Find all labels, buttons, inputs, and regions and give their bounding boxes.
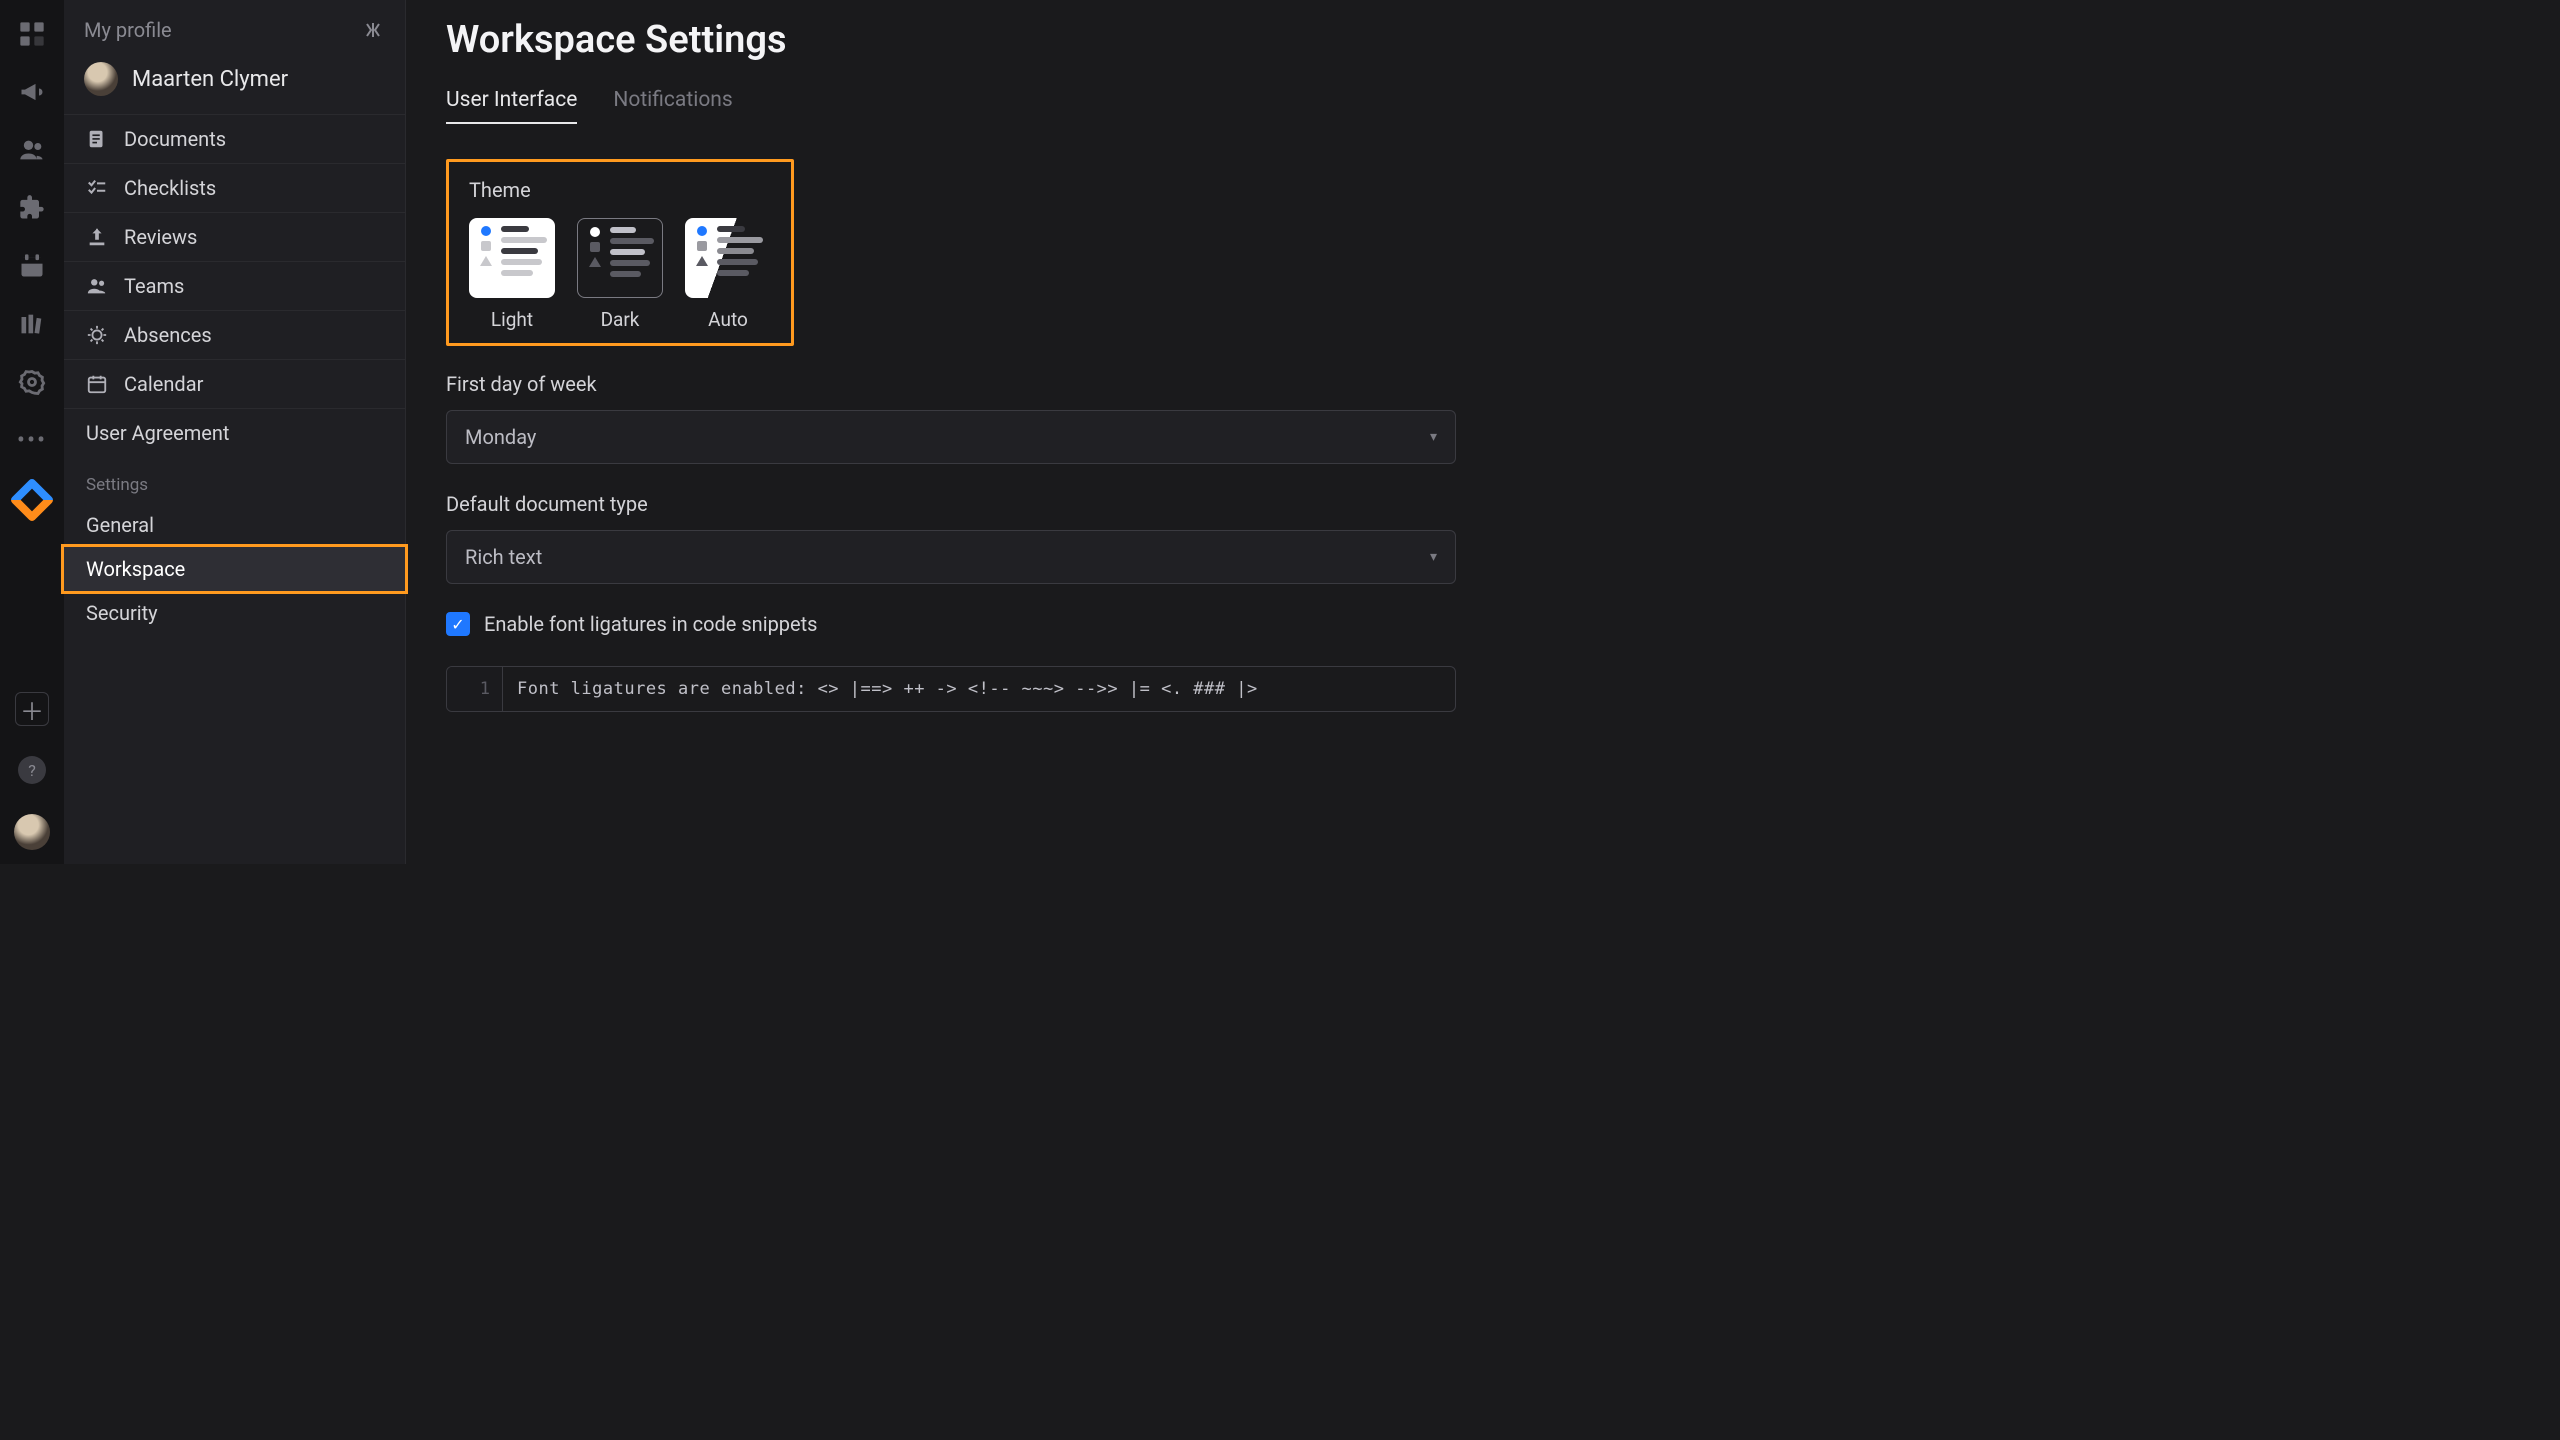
theme-preview-dark (577, 218, 663, 298)
sidebar-item-label: Calendar (124, 372, 203, 396)
sidebar-item-teams[interactable]: Teams (64, 262, 405, 311)
sidebar: My profile Maarten Clymer Documents Chec… (64, 0, 406, 864)
theme-label: Theme (469, 178, 771, 202)
documents-icon (86, 128, 108, 150)
first-day-select[interactable]: Monday ▾ (446, 410, 1456, 464)
puzzle-icon[interactable] (18, 194, 46, 222)
theme-preview-auto (685, 218, 771, 298)
chevron-down-icon: ▾ (1430, 429, 1437, 445)
tabs: User Interface Notifications (446, 88, 1496, 125)
app-logo-icon[interactable] (9, 477, 54, 522)
user-name: Maarten Clymer (132, 67, 288, 92)
user-avatar-rail[interactable] (14, 814, 50, 850)
profile-row[interactable]: Maarten Clymer (64, 52, 405, 115)
tab-notifications[interactable]: Notifications (613, 88, 732, 124)
people-icon[interactable] (18, 136, 46, 164)
tab-user-interface[interactable]: User Interface (446, 88, 577, 124)
settings-item-security[interactable]: Security (64, 591, 405, 635)
add-button[interactable]: ＋ (15, 692, 49, 726)
sidebar-item-label: User Agreement (86, 421, 229, 445)
collapse-sidebar-icon[interactable] (361, 21, 385, 39)
doc-type-value: Rich text (465, 545, 542, 569)
ligatures-checkbox[interactable]: ✓ (446, 612, 470, 636)
teams-icon (86, 275, 108, 297)
library-icon[interactable] (18, 310, 46, 338)
sidebar-item-label: Documents (124, 127, 226, 151)
settings-section-label: Settings (64, 457, 405, 503)
code-sample: 1 Font ligatures are enabled: <> |==> ++… (446, 666, 1456, 712)
ligatures-label: Enable font ligatures in code snippets (484, 612, 818, 636)
user-avatar (84, 62, 118, 96)
sidebar-item-label: Reviews (124, 225, 197, 249)
theme-block: Theme (446, 159, 794, 346)
page-title: Workspace Settings (446, 18, 1496, 62)
calendar-rail-icon[interactable] (18, 252, 46, 280)
settings-item-label: Workspace (86, 557, 185, 581)
theme-preview-light (469, 218, 555, 298)
sidebar-item-documents[interactable]: Documents (64, 115, 405, 164)
sidebar-item-absences[interactable]: Absences (64, 311, 405, 360)
reviews-icon (86, 226, 108, 248)
sidebar-item-label: Absences (124, 323, 212, 347)
theme-option-label: Light (491, 308, 533, 331)
settings-item-label: Security (86, 601, 158, 625)
dashboard-icon[interactable] (18, 20, 46, 48)
theme-option-label: Auto (708, 308, 748, 331)
settings-item-workspace[interactable]: Workspace (64, 547, 405, 591)
doc-type-select[interactable]: Rich text ▾ (446, 530, 1456, 584)
checklists-icon (86, 177, 108, 199)
chevron-down-icon: ▾ (1430, 549, 1437, 565)
sidebar-item-user-agreement[interactable]: User Agreement (64, 409, 405, 457)
code-line-text: Font ligatures are enabled: <> |==> ++ -… (503, 667, 1272, 711)
main-content: Workspace Settings User Interface Notifi… (406, 0, 1536, 864)
theme-option-dark[interactable]: Dark (577, 218, 663, 331)
megaphone-icon[interactable] (18, 78, 46, 106)
first-day-value: Monday (465, 425, 536, 449)
settings-item-label: General (86, 513, 154, 537)
theme-option-label: Dark (601, 308, 640, 331)
theme-option-light[interactable]: Light (469, 218, 555, 331)
sidebar-item-reviews[interactable]: Reviews (64, 213, 405, 262)
sidebar-item-calendar[interactable]: Calendar (64, 360, 405, 409)
icon-rail: ••• ＋ ? (0, 0, 64, 864)
absences-icon (86, 324, 108, 346)
sidebar-item-checklists[interactable]: Checklists (64, 164, 405, 213)
sidebar-title: My profile (84, 18, 172, 42)
help-button[interactable]: ? (18, 756, 46, 784)
first-day-label: First day of week (446, 372, 1496, 396)
theme-option-auto[interactable]: Auto (685, 218, 771, 331)
code-line-number: 1 (447, 667, 503, 711)
sidebar-item-label: Checklists (124, 176, 216, 200)
settings-item-general[interactable]: General (64, 503, 405, 547)
gear-icon[interactable] (18, 368, 46, 396)
more-icon[interactable]: ••• (18, 426, 46, 454)
calendar-icon (86, 373, 108, 395)
sidebar-item-label: Teams (124, 274, 184, 298)
doc-type-label: Default document type (446, 492, 1496, 516)
